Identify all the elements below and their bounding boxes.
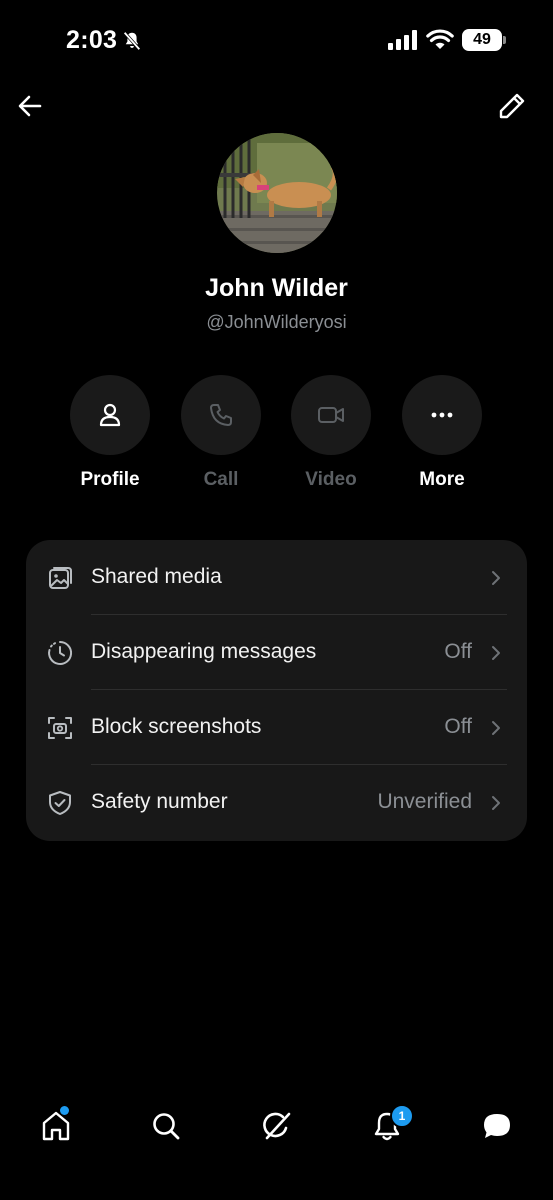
profile-action-button[interactable]: Profile [55, 375, 165, 495]
call-action-circle[interactable] [181, 375, 261, 455]
phone-icon [210, 404, 232, 426]
video-action-circle[interactable] [291, 375, 371, 455]
more-action-label: More [419, 469, 465, 490]
safety-number-label: Safety number [91, 790, 228, 813]
status-time: 2:03 [66, 26, 118, 54]
chevron-right-icon [492, 721, 500, 735]
dog-photo [217, 133, 337, 253]
chevron-right-icon [492, 646, 500, 660]
disappearing-messages-value: Off [444, 640, 472, 663]
profile-name: John Wilder [205, 274, 348, 302]
shared-media-label: Shared media [91, 565, 222, 588]
block-screenshots-value: Off [444, 715, 472, 738]
person-icon [99, 403, 121, 427]
chevron-right-icon [492, 796, 500, 810]
shared-media-row[interactable]: Shared media [26, 540, 527, 615]
home-icon[interactable] [38, 1108, 74, 1144]
battery-icon: 49 [462, 29, 506, 51]
bell-off-icon [123, 31, 141, 51]
chevron-right-icon [492, 571, 500, 585]
battery-tip [503, 36, 506, 44]
settings-card: Shared media Disappearing messages Off B… [26, 540, 527, 841]
messages-icon[interactable] [479, 1108, 515, 1144]
disappearing-messages-row[interactable]: Disappearing messages Off [26, 615, 527, 690]
profile-action-circle[interactable] [70, 375, 150, 455]
profile-handle: @JohnWilderyosi [206, 312, 347, 332]
video-action-button[interactable]: Video [276, 375, 386, 495]
conversation-info-screen: 2:03 49 John Wilder @JohnWilderyosi Prof… [0, 0, 553, 1200]
screenshot-camera-icon [48, 717, 72, 739]
call-action-label: Call [203, 469, 239, 490]
avatar[interactable] [217, 133, 337, 253]
block-screenshots-label: Block screenshots [91, 715, 262, 738]
block-screenshots-row[interactable]: Block screenshots Off [26, 690, 527, 765]
battery-level: 49 [462, 29, 502, 51]
disappearing-messages-label: Disappearing messages [91, 640, 317, 663]
home-unread-dot [60, 1106, 69, 1115]
notification-count-badge: 1 [390, 1104, 414, 1128]
cellular-signal-icon [388, 30, 417, 50]
status-bar: 2:03 49 [0, 0, 553, 80]
call-action-button[interactable]: Call [166, 375, 276, 495]
video-camera-icon [318, 407, 344, 423]
grok-icon[interactable] [259, 1108, 295, 1144]
more-action-circle[interactable] [402, 375, 482, 455]
wifi-icon [426, 29, 454, 49]
more-action-button[interactable]: More [387, 375, 497, 495]
pencil-icon[interactable] [496, 90, 528, 122]
image-gallery-icon [49, 567, 72, 589]
timer-icon [48, 640, 73, 665]
back-arrow-icon[interactable] [14, 90, 46, 122]
safety-number-row[interactable]: Safety number Unverified [26, 765, 527, 840]
search-icon[interactable] [148, 1108, 184, 1144]
safety-number-value: Unverified [377, 790, 472, 813]
shield-check-icon [49, 791, 71, 815]
more-dots-icon [431, 412, 453, 418]
profile-action-label: Profile [80, 469, 140, 490]
video-action-label: Video [305, 469, 357, 490]
